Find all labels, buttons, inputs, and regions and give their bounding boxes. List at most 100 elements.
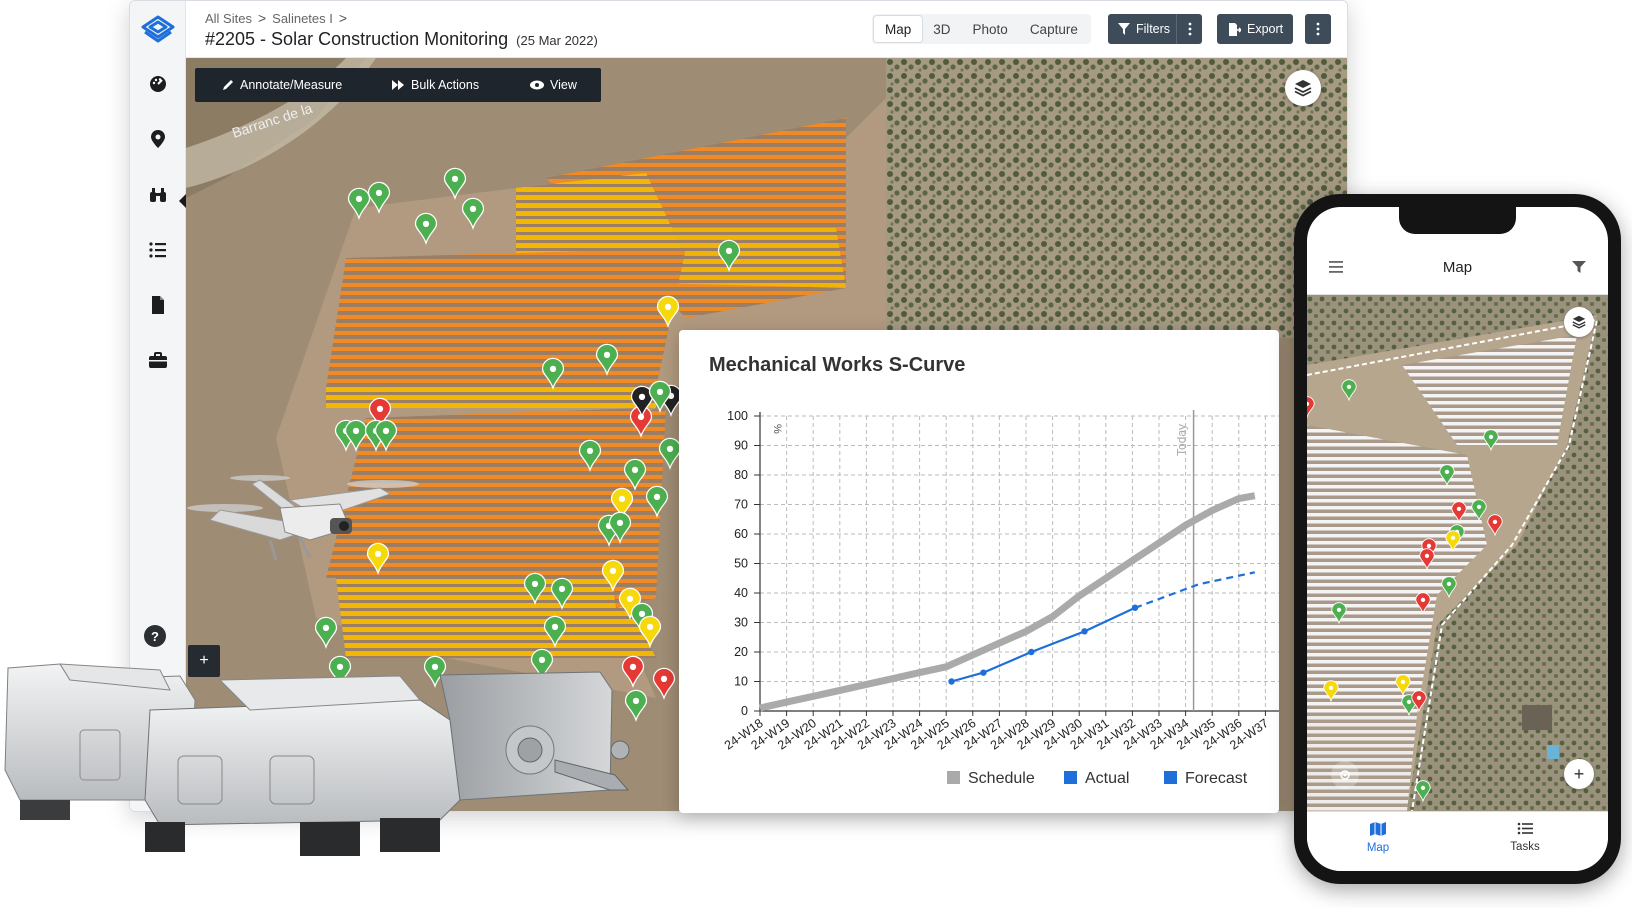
- map-marker-dot: [1426, 543, 1432, 549]
- tab-map[interactable]: Map: [874, 16, 923, 42]
- phone-locate-button[interactable]: [1331, 761, 1359, 789]
- phone-map[interactable]: +: [1307, 295, 1608, 811]
- map-marker-dot: [653, 493, 661, 501]
- legend-swatch: [1064, 771, 1077, 784]
- phone-aerial-imagery: [1307, 295, 1608, 811]
- layers-button[interactable]: [1285, 70, 1321, 106]
- legend-item-forecast[interactable]: Forecast: [1164, 770, 1248, 787]
- map-marker-dot: [646, 623, 654, 631]
- bulk-label: Bulk Actions: [411, 78, 480, 92]
- series-line-forecast: [1134, 571, 1256, 609]
- filters-label: Filters: [1136, 22, 1171, 36]
- help-button[interactable]: ?: [144, 625, 166, 647]
- app-logo[interactable]: [139, 11, 177, 49]
- capture-date: (25 Mar 2022): [516, 33, 598, 48]
- dashboard-icon[interactable]: [146, 72, 170, 96]
- map-marker-dot: [1476, 504, 1482, 510]
- eye-icon: [530, 80, 544, 90]
- active-indicator: [179, 194, 186, 208]
- map-marker-dot: [1424, 553, 1430, 559]
- list-icon[interactable]: [146, 238, 170, 262]
- legend-swatch: [947, 771, 960, 784]
- y-tick-label: 20: [734, 645, 748, 659]
- phone-title: Map: [1442, 259, 1473, 276]
- map-marker-dot: [1406, 699, 1412, 705]
- map-marker-dot: [1450, 535, 1456, 541]
- legend-label: Forecast: [1185, 770, 1248, 787]
- legend-item-schedule[interactable]: Schedule: [947, 770, 1035, 787]
- filters-button[interactable]: Filters: [1108, 14, 1202, 44]
- view-label: View: [550, 78, 577, 92]
- y-tick-label: 50: [734, 557, 748, 571]
- export-button[interactable]: Export: [1217, 14, 1293, 44]
- map-marker-dot: [355, 195, 363, 203]
- tab-capture[interactable]: Capture: [1019, 16, 1089, 42]
- breadcrumb-site[interactable]: Salinetes I: [272, 11, 333, 26]
- kebab-icon: [1316, 22, 1320, 36]
- pencil-icon: [223, 80, 233, 90]
- y-tick-label: 0: [741, 704, 748, 718]
- page-title-text: #2205 - Solar Construction Monitoring: [205, 29, 509, 49]
- briefcase-icon[interactable]: [146, 348, 170, 372]
- map-marker-dot: [1400, 679, 1406, 685]
- binoculars-icon[interactable]: [146, 183, 170, 207]
- drone-illustration: [187, 475, 419, 561]
- map-marker-dot: [616, 519, 624, 527]
- legend-swatch: [1164, 771, 1177, 784]
- map-marker-dot: [531, 580, 539, 588]
- y-tick-label: 60: [734, 527, 748, 541]
- map-marker-dot: [382, 427, 390, 435]
- s-curve-chart: Today% 010203040506070809010024-W1824-W1…: [722, 409, 1279, 787]
- tab-photo[interactable]: Photo: [962, 16, 1019, 42]
- phone-tab-map[interactable]: Map: [1338, 822, 1418, 854]
- map-marker-dot: [1488, 434, 1494, 440]
- map-marker-dot: [558, 585, 566, 593]
- map-toolbar: Annotate/Measure Bulk Actions View: [195, 68, 601, 102]
- y-axis-unit-label: %: [771, 424, 783, 434]
- map-marker-dot: [1328, 685, 1334, 691]
- filters-more-icon[interactable]: [1176, 14, 1202, 44]
- annotate-measure-button[interactable]: Annotate/Measure: [222, 68, 342, 102]
- map-marker-dot: [422, 220, 430, 228]
- map-marker-dot: [376, 405, 384, 413]
- list-icon: [1517, 822, 1533, 835]
- phone-layers-button[interactable]: [1564, 307, 1594, 337]
- phone-tab-map-label: Map: [1366, 842, 1390, 854]
- map-marker-dot: [660, 675, 668, 683]
- map-marker-dot: [1446, 581, 1452, 587]
- map-marker-dot: [451, 175, 459, 183]
- chart-title: Mechanical Works S-Curve: [709, 354, 966, 376]
- breadcrumb: All Sites > Salinetes I >: [205, 10, 347, 26]
- map-marker-dot: [666, 445, 674, 453]
- phone-tab-tasks[interactable]: Tasks: [1485, 822, 1565, 853]
- map-marker-dot: [603, 351, 611, 359]
- map-marker-dot: [469, 205, 477, 213]
- map-marker-dot: [1420, 785, 1426, 791]
- marketing-composite: ? All Sites > Salinetes I > #2205 - Sola…: [0, 0, 1632, 908]
- y-tick-label: 90: [734, 439, 748, 453]
- map-marker-dot: [551, 623, 559, 631]
- breadcrumb-separator: >: [338, 10, 348, 26]
- map-marker-dot: [618, 495, 626, 503]
- tab-3d[interactable]: 3D: [922, 16, 961, 42]
- breadcrumb-all-sites[interactable]: All Sites: [205, 11, 252, 26]
- map-marker-dot: [322, 624, 330, 632]
- document-icon[interactable]: [146, 293, 170, 317]
- phone-add-button[interactable]: +: [1564, 759, 1594, 789]
- bulk-actions-button[interactable]: Bulk Actions: [392, 68, 479, 102]
- actual-point: [1081, 628, 1088, 635]
- map-marker-dot: [656, 388, 664, 396]
- actual-point: [980, 669, 987, 676]
- map-marker-dot: [664, 303, 672, 311]
- more-options-button[interactable]: [1305, 14, 1331, 44]
- view-button[interactable]: View: [530, 68, 577, 102]
- phone-header: Map: [1307, 243, 1608, 295]
- legend-item-actual[interactable]: Actual: [1064, 770, 1129, 787]
- view-tabs: Map 3D Photo Capture: [872, 14, 1091, 44]
- series-line-schedule: [759, 492, 1256, 712]
- map-marker-dot: [638, 393, 646, 401]
- location-pin-icon[interactable]: [146, 127, 170, 151]
- page-title: #2205 - Solar Construction Monitoring (2…: [205, 29, 598, 50]
- phone-filter-icon[interactable]: [1572, 261, 1586, 273]
- map-marker-dot: [1492, 519, 1498, 525]
